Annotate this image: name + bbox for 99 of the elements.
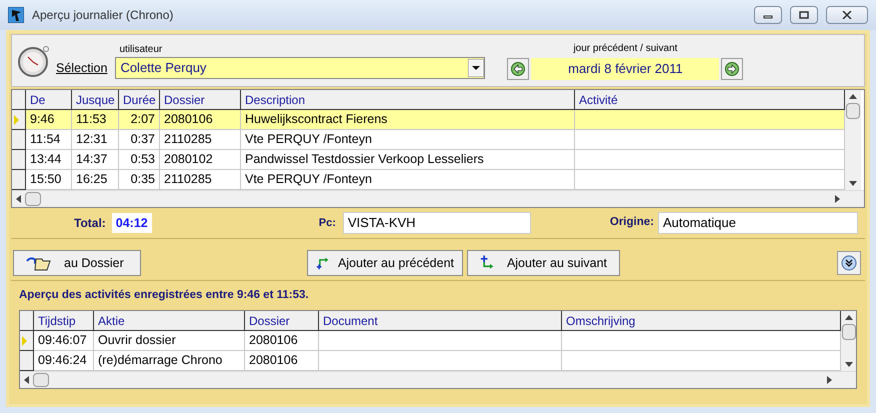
row-header[interactable] xyxy=(12,130,26,150)
to-dossier-button[interactable]: au Dossier xyxy=(13,250,141,276)
total-label: Total: xyxy=(74,215,106,232)
expand-button[interactable] xyxy=(837,251,861,275)
scroll-up-icon[interactable] xyxy=(844,315,852,320)
table-cell-text: 2080106 xyxy=(249,352,298,370)
total-value: 04:12 xyxy=(112,213,152,233)
scroll-down-icon[interactable] xyxy=(844,362,852,368)
right-arrow-icon xyxy=(725,62,740,76)
maximize-button[interactable] xyxy=(790,6,818,24)
row-header[interactable] xyxy=(20,331,34,352)
column-header[interactable]: Jusque xyxy=(72,90,119,110)
next-day-button[interactable] xyxy=(721,58,744,80)
column-header[interactable]: Activité xyxy=(575,90,845,110)
add-to-previous-button[interactable]: Ajouter au précédent xyxy=(307,250,463,276)
column-header[interactable]: Aktie xyxy=(94,311,245,332)
scroll-left-icon[interactable] xyxy=(24,376,29,384)
column-header[interactable]: Tijdstip xyxy=(34,311,94,332)
vertical-scrollbar[interactable] xyxy=(841,311,856,372)
date-field[interactable]: mardi 8 février 2011 xyxy=(531,58,720,80)
table-cell-text: 0:35 xyxy=(130,171,155,188)
row-header[interactable] xyxy=(12,170,26,190)
table-cell-text: 2:07 xyxy=(130,111,155,128)
pc-field[interactable]: VISTA-KVH xyxy=(342,212,531,234)
scroll-right-icon[interactable] xyxy=(827,376,832,384)
corner-cell xyxy=(20,311,34,332)
table-cell-text: 2080106 xyxy=(164,111,213,128)
column-header[interactable]: De xyxy=(26,90,72,110)
maximize-icon xyxy=(799,11,809,19)
scroll-right-icon[interactable] xyxy=(835,195,840,203)
scroll-left-icon[interactable] xyxy=(16,195,21,203)
table-cell-text: 9:46 xyxy=(30,111,54,128)
table-cell-text: 0:53 xyxy=(130,151,155,168)
table-cell-text: 2080106 xyxy=(249,332,298,350)
folder-arrow-icon xyxy=(26,255,52,271)
window-title: Aperçu journalier (Chrono) xyxy=(32,7,174,24)
table-row[interactable]: 13:44 14:37 0:53 2080102 Pandwissel Testdossier Verkoop Lesseliers xyxy=(12,150,845,170)
corner-cell xyxy=(12,90,26,110)
user-dropdown[interactable]: Colette Perquy xyxy=(115,57,486,79)
origin-field[interactable]: Automatique xyxy=(658,212,858,234)
column-header[interactable]: Description xyxy=(241,90,575,110)
origin-label: Origine: xyxy=(610,215,654,230)
table-cell-text: 16:25 xyxy=(76,171,108,188)
user-caption: utilisateur xyxy=(119,43,164,57)
double-chevron-icon xyxy=(841,255,857,271)
scroll-down-icon[interactable] xyxy=(849,181,857,186)
column-header[interactable]: Omschrijving xyxy=(562,311,841,332)
table-cell-text: 2110285 xyxy=(164,131,212,148)
column-header[interactable]: Dossier xyxy=(245,311,319,332)
left-arrow-icon xyxy=(511,62,526,76)
table-cell-text: 13:44 xyxy=(30,151,62,168)
column-header[interactable]: Durée xyxy=(119,90,160,110)
row-header[interactable] xyxy=(12,110,26,130)
table-cell-text: 11:54 xyxy=(30,131,60,148)
table-cell-text: 12:31 xyxy=(76,131,108,148)
table-cell-text: 14:37 xyxy=(76,151,108,168)
table-cell-text: 09:46:07 xyxy=(38,332,87,350)
table-cell-text: Vte PERQUY /Fonteyn xyxy=(245,131,372,148)
pc-label: Pc: xyxy=(318,216,336,231)
table-row[interactable]: 11:54 12:31 0:37 2110285 Vte PERQUY /Fonteyn xyxy=(12,130,845,150)
add-to-next-button[interactable]: Ajouter au suivant xyxy=(467,250,620,276)
table-cell-text: 09:46:24 xyxy=(38,352,87,370)
scroll-thumb[interactable] xyxy=(842,324,856,340)
horizontal-scrollbar[interactable] xyxy=(20,371,856,388)
scroll-thumb[interactable] xyxy=(33,373,49,388)
scroll-up-icon[interactable] xyxy=(849,94,857,99)
scroll-thumb[interactable] xyxy=(846,103,860,119)
row-pointer-icon xyxy=(22,336,27,346)
activities-title: Aperçu des activités enregistrées entre 9:46 et 11:53. xyxy=(19,288,310,303)
table-row[interactable]: 9:46 11:53 2:07 2080106 Huwelijkscontract Fierens xyxy=(12,110,845,130)
row-header[interactable] xyxy=(20,351,34,372)
selection-label: Sélection xyxy=(56,60,108,78)
table-cell-text: Ouvrir dossier xyxy=(98,332,176,350)
horizontal-scrollbar[interactable] xyxy=(12,190,864,207)
close-icon xyxy=(842,11,852,19)
table-cell-text: 0:37 xyxy=(130,131,155,148)
table-row[interactable]: 09:46:07 Ouvrir dossier 2080106 xyxy=(20,331,841,352)
column-header[interactable]: Dossier xyxy=(160,90,241,110)
table-cell-text: Vte PERQUY /Fonteyn xyxy=(245,171,372,188)
minimize-button[interactable] xyxy=(754,6,782,24)
table-cell-text: Huwelijkscontract Fierens xyxy=(245,111,388,128)
table-cell-text: 11:53 xyxy=(76,111,106,128)
column-header[interactable]: Document xyxy=(319,311,562,332)
table-cell-text: 2110285 xyxy=(164,171,212,188)
app-icon xyxy=(8,7,24,23)
scroll-thumb[interactable] xyxy=(25,192,41,206)
row-header[interactable] xyxy=(12,150,26,170)
dropdown-arrow-icon xyxy=(468,59,484,77)
table-row[interactable]: 15:50 16:25 0:35 2110285 Vte PERQUY /Fonteyn xyxy=(12,170,845,190)
table-cell-text: Pandwissel Testdossier Verkoop Lesseliers xyxy=(245,151,484,168)
previous-day-button[interactable] xyxy=(507,58,530,80)
table-cell-text: 2080102 xyxy=(164,151,213,168)
table-cell-text: 15:50 xyxy=(30,171,62,188)
day-caption: jour précédent / suivant xyxy=(573,42,678,56)
row-pointer-icon xyxy=(14,114,19,124)
vertical-scrollbar[interactable] xyxy=(845,90,861,190)
table-row[interactable]: 09:46:24 (re)démarrage Chrono 2080106 xyxy=(20,351,841,372)
table-cell-text: (re)démarrage Chrono xyxy=(98,352,222,370)
close-button[interactable] xyxy=(826,6,868,24)
